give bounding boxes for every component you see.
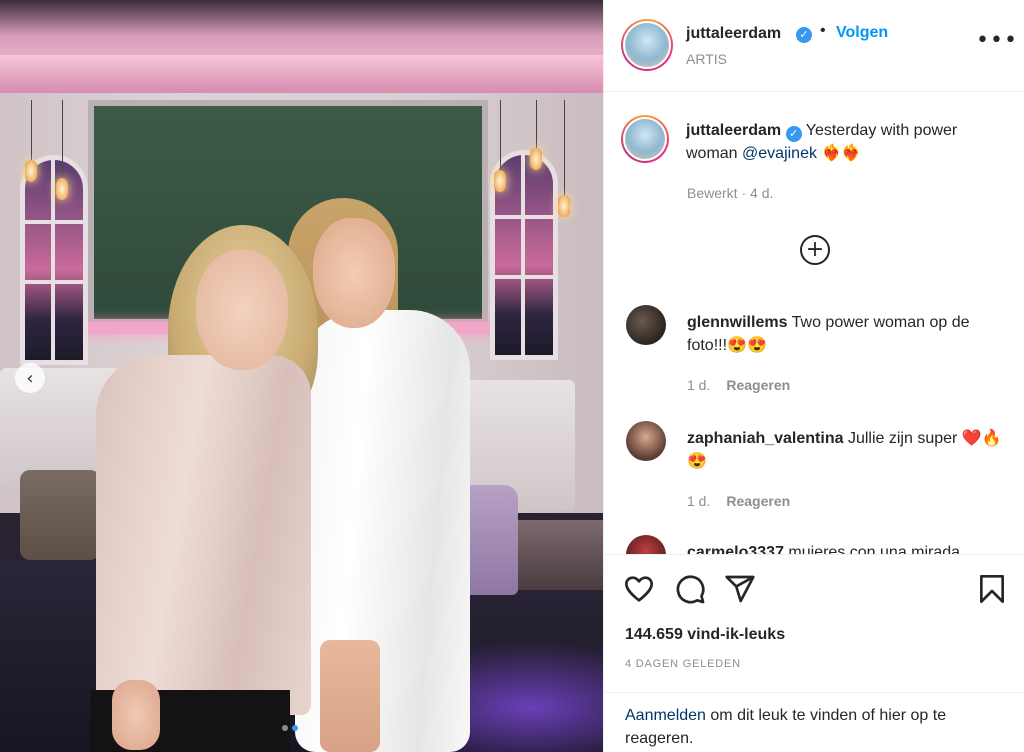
photo-lamp xyxy=(530,148,542,170)
caption-meta: Bewerkt · 4 d. xyxy=(687,185,774,201)
photo-lamp xyxy=(558,195,570,217)
photo-lamp xyxy=(25,160,37,182)
verified-badge-icon: ✓ xyxy=(796,27,812,43)
photo-chair-left xyxy=(20,470,100,560)
comment-meta: 1 d. Reageren xyxy=(687,493,790,509)
comment-body: zaphaniah_valentina Jullie zijn super ❤️… xyxy=(687,427,1009,473)
login-prompt: Aanmelden om dit leuk te vinden of hier … xyxy=(604,692,1024,752)
login-prompt-text: Aanmelden om dit leuk te vinden of hier … xyxy=(625,704,1005,750)
caption-author-avatar[interactable] xyxy=(621,115,669,163)
header-separator: • xyxy=(820,22,826,39)
share-icon[interactable] xyxy=(724,573,756,605)
post-side-panel: juttaleerdam ✓ • Volgen ARTIS ••• juttal… xyxy=(603,0,1024,752)
photo-person-left-shirt xyxy=(96,355,311,715)
comment-avatar[interactable] xyxy=(626,535,666,554)
comment-text: mujeres con una mirada xyxy=(788,544,961,554)
author-avatar[interactable] xyxy=(621,19,673,71)
heart-icon[interactable] xyxy=(623,573,655,605)
carousel-dot xyxy=(282,725,288,731)
comments-section[interactable]: juttaleerdam ✓ Yesterday with power woma… xyxy=(604,92,1024,554)
post-photo[interactable]: ‹ xyxy=(0,0,603,752)
photo-person-right-face xyxy=(313,218,395,328)
comment-avatar[interactable] xyxy=(626,421,666,461)
photo-ceiling xyxy=(0,0,603,60)
comment-avatar[interactable] xyxy=(626,305,666,345)
caption-mention-link[interactable]: @evajinek xyxy=(742,145,817,162)
photo-lamp xyxy=(56,178,68,200)
bookmark-icon[interactable] xyxy=(976,573,1008,605)
login-link[interactable]: Aanmelden xyxy=(625,707,706,724)
photo-person-right-leg xyxy=(320,640,380,752)
chevron-left-icon: ‹ xyxy=(26,367,34,389)
likes-count[interactable]: 144.659 vind-ik-leuks xyxy=(625,626,785,644)
caption: juttaleerdam ✓ Yesterday with power woma… xyxy=(686,119,1006,165)
comment-username[interactable]: carmelo3337 xyxy=(687,544,784,554)
reply-button[interactable]: Reageren xyxy=(726,493,790,509)
photo-window-left xyxy=(20,155,88,365)
comment-body: glennwillems Two power woman op de foto!… xyxy=(687,311,1009,357)
verified-badge-icon: ✓ xyxy=(785,126,802,142)
comment-time: 1 d. xyxy=(687,493,711,509)
carousel-prev-button[interactable]: ‹ xyxy=(15,363,45,393)
comment-body: carmelo3337 mujeres con una mirada xyxy=(687,541,1009,554)
caption-emoji: ❤️‍🔥❤️‍🔥 xyxy=(821,145,862,162)
caption-username[interactable]: juttaleerdam xyxy=(686,122,781,139)
carousel-dot-active xyxy=(292,725,298,731)
carousel-dots xyxy=(282,725,298,731)
follow-button[interactable]: Volgen xyxy=(836,24,888,42)
photo-person-left-hand xyxy=(112,680,160,750)
comment-username[interactable]: zaphaniah_valentina xyxy=(687,430,844,447)
post-date: 4 DAGEN GELEDEN xyxy=(625,658,741,670)
photo-person-left-face xyxy=(196,250,288,370)
reply-button[interactable]: Reageren xyxy=(726,377,790,393)
comment-meta: 1 d. Reageren xyxy=(687,377,790,393)
post-actions: 144.659 vind-ik-leuks 4 DAGEN GELEDEN xyxy=(604,554,1024,692)
photo-stage-step xyxy=(505,520,603,590)
comment-time: 1 d. xyxy=(687,377,711,393)
location-label[interactable]: ARTIS xyxy=(686,51,727,67)
comment-username[interactable]: glennwillems xyxy=(687,314,787,331)
more-options-icon[interactable]: ••• xyxy=(976,28,1018,53)
photo-ceiling-light xyxy=(0,55,603,93)
post-header: juttaleerdam ✓ • Volgen ARTIS ••• xyxy=(604,0,1024,92)
comment-icon[interactable] xyxy=(674,573,706,605)
load-more-comments-button[interactable]: + xyxy=(800,235,830,265)
photo-lamp xyxy=(494,170,506,192)
plus-circle-icon: + xyxy=(805,237,825,262)
author-username[interactable]: juttaleerdam xyxy=(686,25,781,43)
